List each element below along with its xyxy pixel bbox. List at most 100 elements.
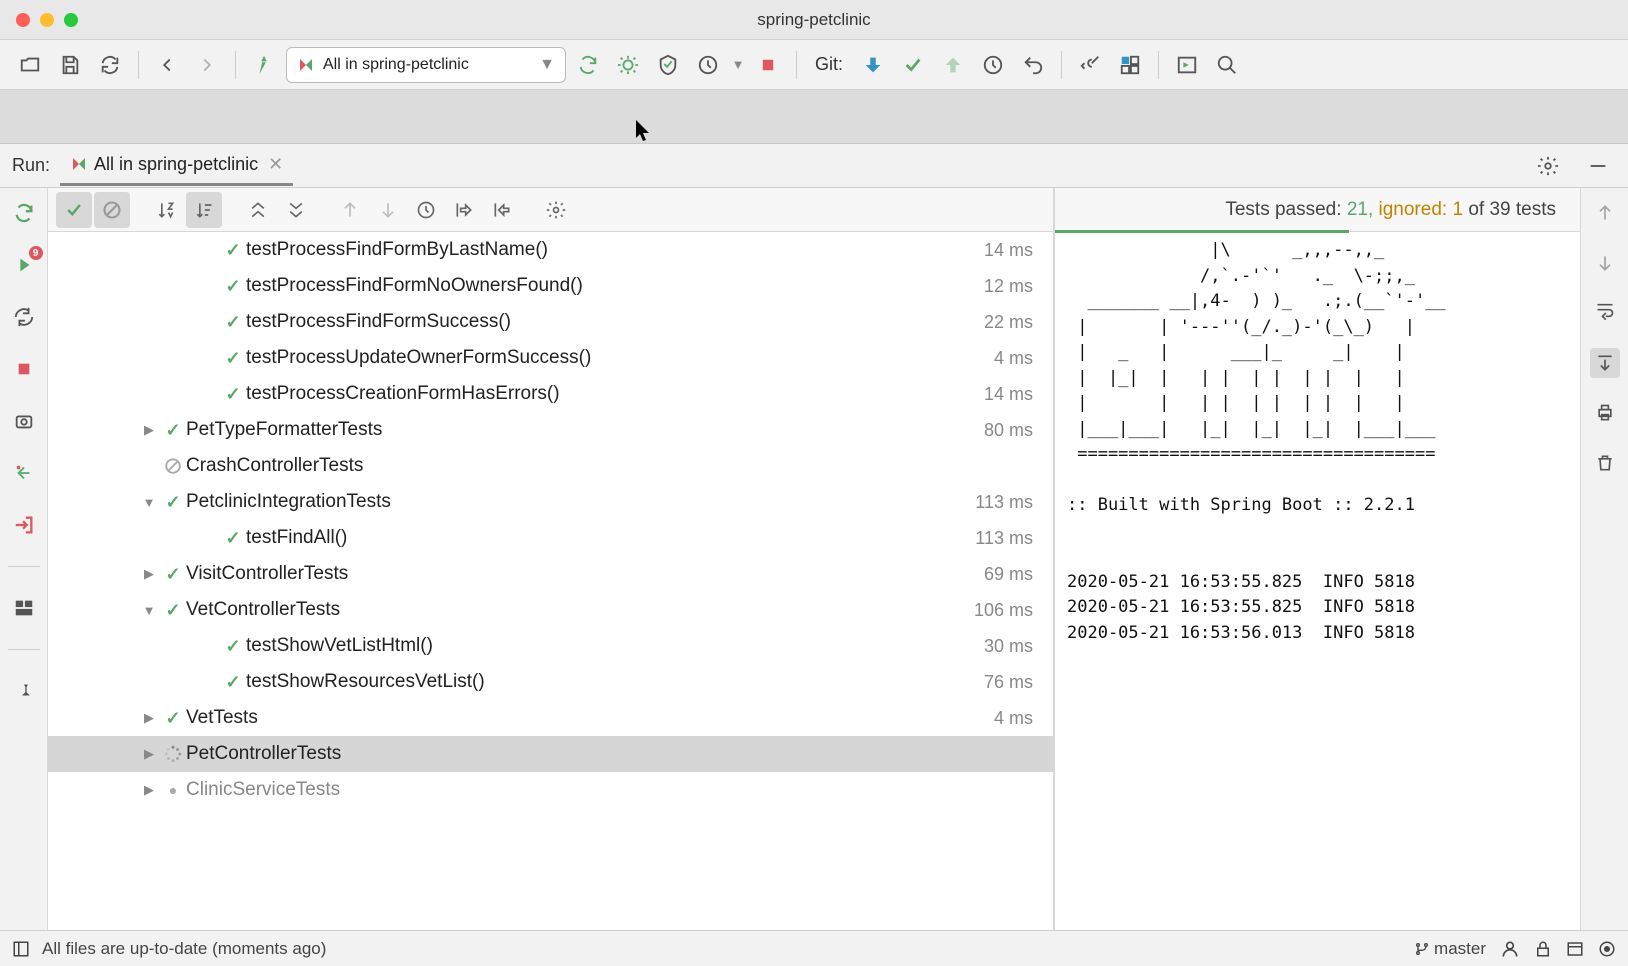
test-tree[interactable]: ✓testProcessFindFormByLastName()14 ms✓te… <box>48 232 1053 930</box>
memory-indicator-icon[interactable] <box>1598 940 1616 958</box>
collapse-all-icon[interactable] <box>278 192 314 228</box>
hide-tool-window-icon[interactable] <box>1580 148 1616 184</box>
dump-threads-icon[interactable] <box>9 406 39 436</box>
scroll-down-icon[interactable] <box>1590 248 1620 278</box>
import-tests-icon[interactable] <box>446 192 482 228</box>
tree-disclosure-icon[interactable]: ▼ <box>138 495 160 510</box>
run-tab[interactable]: All in spring-petclinic ✕ <box>60 146 293 186</box>
sort-alphabetically-icon[interactable] <box>148 192 184 228</box>
vcs-push-icon[interactable] <box>935 47 971 83</box>
run-anything-icon[interactable] <box>1169 47 1205 83</box>
minimize-window-button[interactable] <box>40 13 54 27</box>
tool-windows-toggle-icon[interactable] <box>12 940 30 958</box>
vcs-history-icon[interactable] <box>975 47 1011 83</box>
search-everywhere-icon[interactable] <box>1209 47 1245 83</box>
test-name: VetControllerTests <box>186 599 974 621</box>
toggle-auto-test-icon[interactable] <box>9 302 39 332</box>
tree-disclosure-icon[interactable]: ▼ <box>138 603 160 618</box>
close-tab-icon[interactable]: ✕ <box>268 154 283 175</box>
status-bar: All files are up-to-date (moments ago) m… <box>0 930 1628 966</box>
rerun-failed-icon[interactable]: 9 <box>9 250 39 280</box>
stop-button-icon[interactable] <box>750 47 786 83</box>
test-tree-row[interactable]: ▶PetControllerTests <box>48 736 1053 772</box>
export-tests-icon[interactable] <box>484 192 520 228</box>
scroll-to-end-icon[interactable] <box>1590 348 1620 378</box>
test-tree-row[interactable]: ✓testShowResourcesVetList()76 ms <box>48 664 1053 700</box>
test-duration: 14 ms <box>984 240 1033 261</box>
test-tree-row[interactable]: ▼✓PetclinicIntegrationTests113 ms <box>48 484 1053 520</box>
profile-dropdown-icon[interactable]: ▼ <box>730 47 746 83</box>
back-icon[interactable] <box>149 47 185 83</box>
run-config-label: All in spring-petclinic <box>323 56 469 74</box>
close-window-button[interactable] <box>16 13 30 27</box>
test-tree-row[interactable]: ▶✓VetTests4 ms <box>48 700 1053 736</box>
test-tree-row[interactable]: ✓testProcessFindFormByLastName()14 ms <box>48 232 1053 268</box>
test-duration: 22 ms <box>984 312 1033 333</box>
window-title: spring-petclinic <box>757 10 870 30</box>
test-tree-row[interactable]: ▶✓PetTypeFormatterTests80 ms <box>48 412 1053 448</box>
profile-icon[interactable] <box>690 47 726 83</box>
vcs-update-icon[interactable] <box>855 47 891 83</box>
test-tree-row[interactable]: ✓testProcessFindFormNoOwnersFound()12 ms <box>48 268 1053 304</box>
clear-all-icon[interactable] <box>1590 448 1620 478</box>
test-tree-row[interactable]: ▶●ClinicServiceTests <box>48 772 1053 808</box>
vcs-commit-icon[interactable] <box>895 47 931 83</box>
tree-disclosure-icon[interactable]: ▶ <box>138 782 160 798</box>
test-summary: Tests passed: 21, ignored: 1 of 39 tests <box>1055 188 1580 232</box>
test-name: PetTypeFormatterTests <box>186 419 984 441</box>
tool-window-settings-icon[interactable] <box>1530 148 1566 184</box>
sync-icon[interactable] <box>92 47 128 83</box>
forward-icon[interactable] <box>189 47 225 83</box>
expand-all-icon[interactable] <box>240 192 276 228</box>
restore-layout-icon[interactable] <box>9 458 39 488</box>
build-icon[interactable] <box>246 47 282 83</box>
print-icon[interactable] <box>1590 398 1620 428</box>
coverage-icon[interactable] <box>650 47 686 83</box>
test-history-icon[interactable] <box>408 192 444 228</box>
open-icon[interactable] <box>12 47 48 83</box>
test-tree-row[interactable]: ✓testProcessUpdateOwnerFormSuccess()4 ms <box>48 340 1053 376</box>
git-branch-widget[interactable]: master <box>1414 939 1486 959</box>
test-tree-row[interactable]: ✓testShowVetListHtml()30 ms <box>48 628 1053 664</box>
ignored-count: 1 <box>1452 199 1463 220</box>
exit-icon[interactable] <box>9 510 39 540</box>
run-label: Run: <box>12 155 50 176</box>
debug-icon[interactable] <box>610 47 646 83</box>
pin-icon[interactable] <box>9 676 39 706</box>
tree-disclosure-icon[interactable]: ▶ <box>138 422 160 438</box>
run-configuration-selector[interactable]: All in spring-petclinic ▼ <box>286 47 566 83</box>
test-status-icon: ✓ <box>160 420 186 441</box>
show-ignored-icon[interactable] <box>94 192 130 228</box>
tree-disclosure-icon[interactable]: ▶ <box>138 746 160 762</box>
sort-by-duration-icon[interactable] <box>186 192 222 228</box>
console-output[interactable]: |\ _,,,--,,_ /,`.-'`' ._ \-;;,_ _______ … <box>1055 232 1580 930</box>
zoom-window-button[interactable] <box>64 13 78 27</box>
test-tree-row[interactable]: ▼✓VetControllerTests106 ms <box>48 592 1053 628</box>
project-structure-icon[interactable] <box>1112 47 1148 83</box>
run-button-icon[interactable] <box>570 47 606 83</box>
tree-disclosure-icon[interactable]: ▶ <box>138 710 160 726</box>
test-status-icon: ✓ <box>220 384 246 405</box>
layout-icon[interactable] <box>9 593 39 623</box>
hector-icon[interactable] <box>1500 939 1520 959</box>
show-passed-icon[interactable] <box>56 192 92 228</box>
passed-label: Tests passed: <box>1225 199 1346 220</box>
save-all-icon[interactable] <box>52 47 88 83</box>
next-failed-icon[interactable] <box>370 192 406 228</box>
test-tree-row[interactable]: CrashControllerTests <box>48 448 1053 484</box>
previous-failed-icon[interactable] <box>332 192 368 228</box>
test-tree-row[interactable]: ▶✓VisitControllerTests69 ms <box>48 556 1053 592</box>
scroll-up-icon[interactable] <box>1590 198 1620 228</box>
test-tree-row[interactable]: ✓testProcessFindFormSuccess()22 ms <box>48 304 1053 340</box>
test-settings-icon[interactable] <box>538 192 574 228</box>
tree-disclosure-icon[interactable]: ▶ <box>138 566 160 582</box>
test-tree-row[interactable]: ✓testFindAll()113 ms <box>48 520 1053 556</box>
test-tree-row[interactable]: ✓testProcessCreationFormHasErrors()14 ms <box>48 376 1053 412</box>
rerun-icon[interactable] <box>9 198 39 228</box>
stop-tests-icon[interactable] <box>9 354 39 384</box>
vcs-rollback-icon[interactable] <box>1015 47 1051 83</box>
background-tasks-icon[interactable] <box>1566 940 1584 958</box>
settings-icon[interactable] <box>1072 47 1108 83</box>
soft-wrap-icon[interactable] <box>1590 298 1620 328</box>
lock-icon[interactable] <box>1534 940 1552 958</box>
